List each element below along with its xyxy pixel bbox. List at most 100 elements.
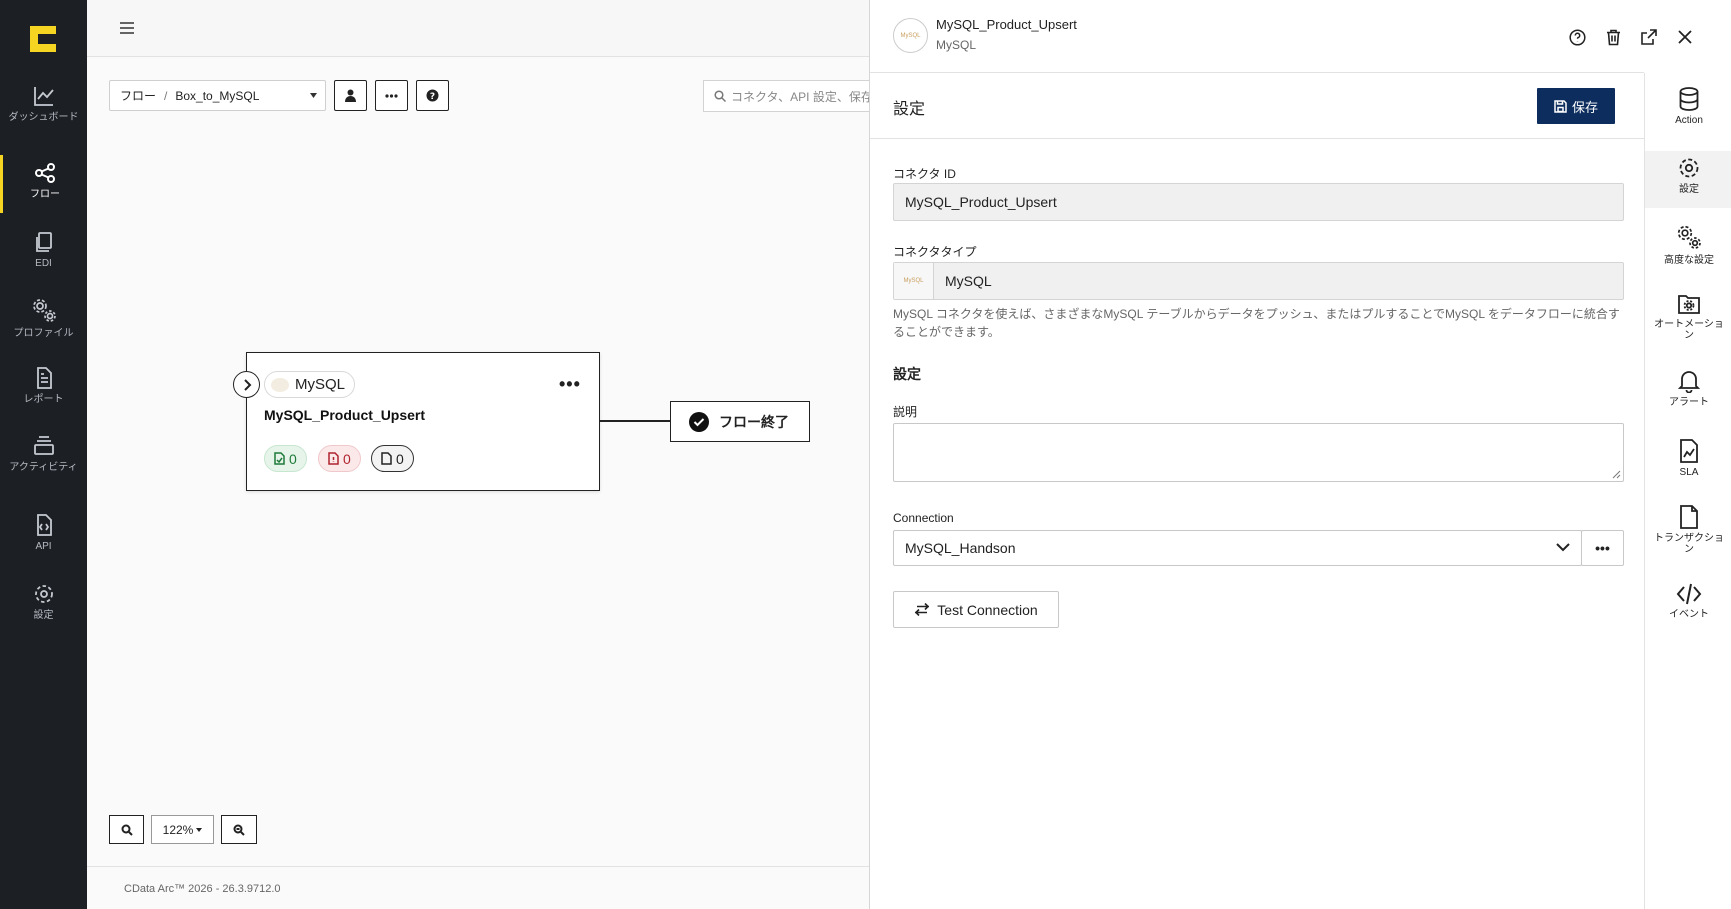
connector-id-label: コネクタ ID xyxy=(893,167,956,181)
sidebar-item-flow[interactable]: フロー xyxy=(0,155,87,213)
rail-item-action[interactable]: Action xyxy=(1645,87,1731,126)
description-label: 説明 xyxy=(893,405,918,419)
connector-type-label: コネクタタイプ xyxy=(893,245,977,259)
zoom-level: 122% xyxy=(162,822,194,837)
layers-icon xyxy=(32,434,56,458)
success-count: 0 xyxy=(289,450,297,467)
gears-icon xyxy=(30,296,58,324)
rail-item-alerts[interactable]: アラート xyxy=(1645,369,1731,408)
file-check-icon xyxy=(274,452,285,465)
error-count-badge[interactable]: 0 xyxy=(318,445,361,472)
question-circle-icon: ? xyxy=(426,89,439,102)
sidebar-item-label: プロファイル xyxy=(13,328,74,339)
connector-avatar: MySQL xyxy=(893,18,928,53)
success-count-badge[interactable]: 0 xyxy=(264,445,307,472)
sidebar-item-activity[interactable]: アクティビティ xyxy=(0,434,87,496)
external-link-icon xyxy=(1641,29,1657,45)
caret-down-icon xyxy=(196,827,203,832)
save-icon xyxy=(1554,99,1567,113)
share-nodes-icon xyxy=(33,161,57,185)
sidebar-item-report[interactable]: レポート xyxy=(0,366,87,428)
help-button[interactable] xyxy=(1567,27,1587,47)
open-external-button[interactable] xyxy=(1639,27,1659,47)
report-icon xyxy=(32,366,56,390)
sidebar-item-dashboard[interactable]: ダッシュボード xyxy=(0,84,87,146)
sidebar-item-label: アクティビティ xyxy=(9,462,78,473)
zoom-out-button[interactable] xyxy=(221,815,257,844)
rail-item-automation[interactable]: オートメーション xyxy=(1645,293,1731,341)
folder-gear-icon xyxy=(1677,293,1701,315)
bell-icon xyxy=(1678,369,1700,393)
node-expand-button[interactable] xyxy=(233,371,260,398)
check-circle-icon xyxy=(689,411,709,432)
divider xyxy=(870,72,1644,73)
connection-more-button[interactable]: ••• xyxy=(1581,530,1624,566)
zoom-in-button[interactable] xyxy=(109,815,144,844)
gear-icon xyxy=(32,582,56,606)
chevron-right-icon xyxy=(242,378,252,391)
gear-icon xyxy=(1677,156,1701,180)
gears-icon xyxy=(1675,223,1703,251)
hamburger-menu-icon[interactable] xyxy=(119,20,135,36)
test-connection-label: Test Connection xyxy=(937,601,1038,618)
sidebar-item-edi[interactable]: EDI xyxy=(0,230,87,292)
code-icon xyxy=(1676,583,1702,605)
version-text: CData Arc™ 2026 - 26.3.9712.0 xyxy=(124,883,281,895)
mysql-logo-icon xyxy=(271,377,289,392)
flow-connector-line xyxy=(600,420,670,422)
save-button[interactable]: 保存 xyxy=(1537,88,1615,124)
breadcrumb-root[interactable]: フロー xyxy=(120,87,156,104)
panel-title: MySQL_Product_Upsert xyxy=(936,17,1077,32)
settings-heading: 設定 xyxy=(893,366,921,382)
rail-item-advanced-settings[interactable]: 高度な設定 xyxy=(1645,223,1731,266)
settings-rail: Action 設定 高度な設定 オートメーション アラート SLA トランザクシ… xyxy=(1644,73,1731,909)
pending-count-badge[interactable]: 0 xyxy=(371,445,414,472)
rail-item-label: オートメーション xyxy=(1654,319,1724,341)
test-connection-button[interactable]: Test Connection xyxy=(893,591,1059,628)
save-label: 保存 xyxy=(1571,99,1598,115)
user-button[interactable] xyxy=(334,80,367,111)
api-file-icon xyxy=(32,513,56,537)
connector-type-value: MySQL xyxy=(945,273,992,289)
sidebar-item-profile[interactable]: プロファイル xyxy=(0,296,87,358)
top-bar xyxy=(87,0,870,57)
question-circle-icon xyxy=(1568,28,1586,46)
zoom-level-select[interactable]: 122% xyxy=(151,815,214,844)
breadcrumb-separator: / xyxy=(164,88,168,103)
rail-item-events[interactable]: イベント xyxy=(1645,583,1731,620)
rail-item-sla[interactable]: SLA xyxy=(1645,439,1731,478)
flow-breadcrumb-select[interactable]: フロー / Box_to_MySQL xyxy=(109,80,326,111)
cdata-logo-icon[interactable] xyxy=(28,24,58,54)
resize-handle-icon[interactable] xyxy=(1612,470,1621,479)
rail-item-label: トランザクション xyxy=(1654,533,1724,555)
sidebar-item-label: ダッシュボード xyxy=(8,112,79,123)
node-title: MySQL_Product_Upsert xyxy=(264,407,426,423)
connector-type-field: MySQL MySQL xyxy=(893,262,1624,300)
flow-end-node[interactable]: フロー終了 xyxy=(670,401,810,442)
rail-item-settings[interactable]: 設定 xyxy=(1645,151,1731,208)
connection-select[interactable]: MySQL_Handson xyxy=(893,530,1582,566)
mysql-logo-icon: MySQL xyxy=(900,32,921,39)
node-menu-button[interactable]: ••• xyxy=(559,374,581,395)
rail-item-label: Action xyxy=(1675,115,1703,126)
close-button[interactable] xyxy=(1675,27,1695,47)
rail-item-transactions[interactable]: トランザクション xyxy=(1645,505,1731,555)
connector-help-text: MySQL コネクタを使えば、さまざまなMySQL テーブルからデータをプッシュ… xyxy=(893,307,1620,339)
panel-subtitle: MySQL xyxy=(936,38,977,52)
connection-value: MySQL_Handson xyxy=(905,540,1016,556)
description-textarea[interactable] xyxy=(893,423,1624,482)
delete-button[interactable] xyxy=(1603,27,1623,47)
help-button[interactable]: ? xyxy=(416,80,449,111)
more-options-button[interactable] xyxy=(375,80,408,111)
sidebar-item-settings[interactable]: 設定 xyxy=(0,582,87,644)
mysql-logo-icon: MySQL xyxy=(894,263,934,299)
rail-item-label: アラート xyxy=(1669,397,1709,408)
file-icon xyxy=(381,452,392,465)
search-input[interactable]: コネクタ、API 設定、保存 xyxy=(703,80,870,112)
search-placeholder: コネクタ、API 設定、保存 xyxy=(731,89,870,104)
trash-icon xyxy=(1606,29,1621,46)
sidebar-item-api[interactable]: API xyxy=(0,513,87,575)
error-count: 0 xyxy=(343,450,351,467)
connection-label: Connection xyxy=(893,511,954,525)
sidebar: ダッシュボード フロー EDI プロファイル レポート アクティビティ API … xyxy=(0,0,87,909)
